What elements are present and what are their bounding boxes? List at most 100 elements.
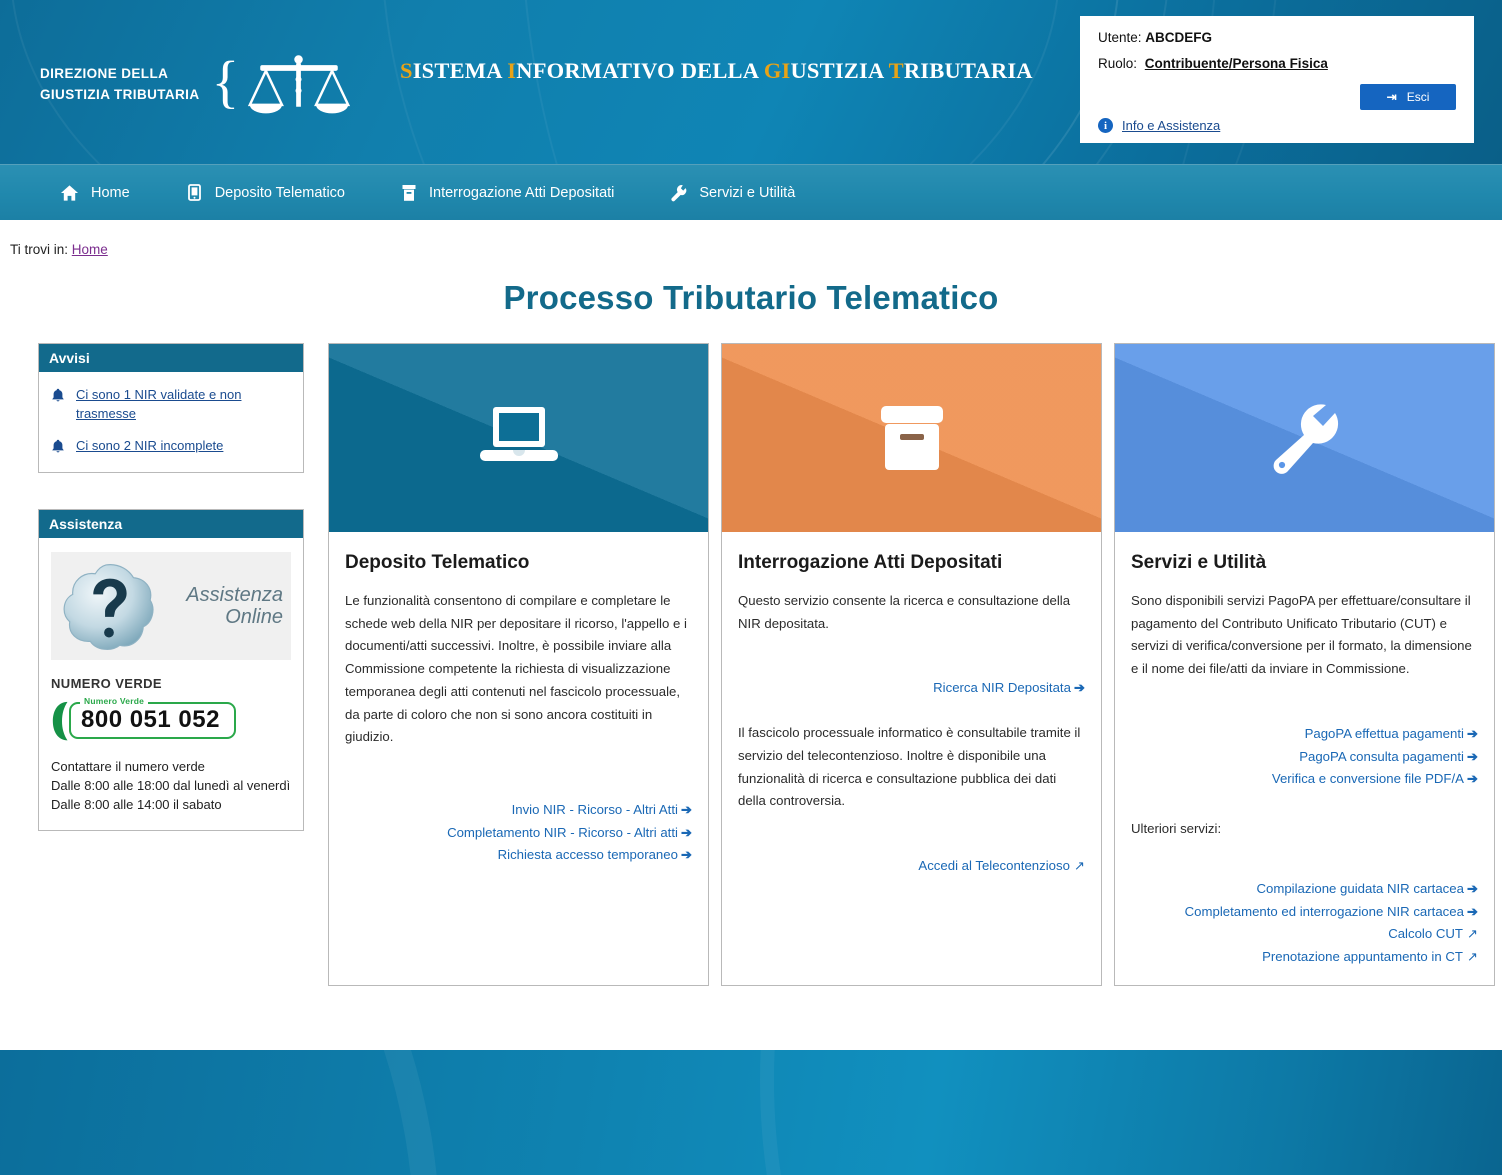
arrow-right-icon: ➔ [1466,725,1478,741]
page-root: DIREZIONE DELLA GIUSTIZIA TRIBUTARIA { S… [0,0,1502,1175]
assistenza-logo-line-2: Online [225,605,283,628]
page-title: Processo Tributario Telematico [503,279,999,316]
logo-text: DIREZIONE DELLA GIUSTIZIA TRIBUTARIA [40,64,200,106]
card-link[interactable]: Richiesta accesso temporaneo ➔ [345,844,692,867]
external-link-icon: ↗ [1073,857,1085,873]
card-link-label: Richiesta accesso temporaneo [497,847,678,863]
arrow-right-icon: ➔ [680,847,692,863]
card-links-3: Compilazione guidata NIR cartacea ➔ Compl… [1131,856,1478,969]
avvisi-body: Ci sono 1 NIR validate e non trasmesse C… [39,372,303,472]
card-link-label: Calcolo CUT [1388,926,1463,942]
laptop-icon [479,407,558,461]
arrow-right-icon: ➔ [680,801,692,817]
site-header: DIREZIONE DELLA GIUSTIZIA TRIBUTARIA { S… [0,0,1502,164]
card-banner [722,344,1101,532]
card-link[interactable]: PagoPA consulta pagamenti ➔ [1131,746,1478,769]
breadcrumb-link-home[interactable]: Home [72,242,108,257]
avvisi-panel: Avvisi Ci sono 1 NIR validate e non tras… [38,343,304,473]
card-link[interactable]: PagoPA effettua pagamenti ➔ [1131,723,1478,746]
avviso-link-1[interactable]: Ci sono 1 NIR validate e non trasmesse [76,386,291,424]
info-circle-icon: i [1098,118,1113,133]
card-link-label: Completamento ed interrogazione NIR cart… [1184,903,1464,919]
card-title: Servizi e Utilità [1131,552,1267,573]
card-link[interactable]: Verifica e conversione file PDF/A ➔ [1131,768,1478,791]
assistenza-hours-line-3: Dalle 8:00 alle 14:00 il sabato [51,796,222,812]
scales-of-justice-icon [248,55,351,114]
nav-item-home[interactable]: Home [60,184,152,202]
card-link[interactable]: Completamento NIR - Ricorso - Altri atti… [345,822,692,845]
info-assistance-row[interactable]: i Info e Assistenza [1098,118,1220,133]
card-links: Ricerca NIR Depositata ➔ [738,655,1085,700]
site-logo: DIREZIONE DELLA GIUSTIZIA TRIBUTARIA { [40,48,351,122]
card-body: Servizi e Utilità Sono disponibili servi… [1115,532,1494,985]
card-paragraph-2: Il fascicolo processuale informatico è c… [738,725,1081,809]
card-link-label: Verifica e conversione file PDF/A [1271,771,1464,787]
nav-label-servizi: Servizi e Utilità [699,184,796,201]
card-link-label: Invio NIR - Ricorso - Altri Atti [511,801,678,817]
system-title: SISTEMA INFORMATIVO DELLA GIUSTIZIA TRIB… [400,58,1033,83]
card-link-label: Prenotazione appuntamento in CT [1262,949,1463,965]
card-title: Deposito Telematico [345,552,530,573]
nav-item-deposito-telematico[interactable]: Deposito Telematico [186,183,367,202]
brace-glyph: { [211,49,240,115]
assistenza-heading: Assistenza [39,509,303,538]
avviso-item[interactable]: Ci sono 2 NIR incomplete [51,437,291,456]
card-link[interactable]: Completamento ed interrogazione NIR cart… [1131,901,1478,924]
wrench-icon [1273,404,1338,474]
arrow-right-icon: ➔ [1466,771,1478,787]
card-link[interactable]: Compilazione guidata NIR cartacea ➔ [1131,878,1478,901]
ulteriori-servizi-heading: Ulteriori servizi: [1131,820,1222,836]
user-value: ABCDEFG [1145,30,1213,45]
assistenza-hours: Contattare il numero verde Dalle 8:00 al… [51,758,291,815]
logout-button[interactable]: ⇥ Esci [1360,84,1456,110]
avviso-link-2[interactable]: Ci sono 2 NIR incomplete [76,437,223,456]
nav-label-home: Home [91,184,130,201]
logo-line-1: DIREZIONE DELLA [40,66,169,82]
card-paragraph: Le funzionalità consentono di compilare … [345,593,687,745]
bell-icon [52,388,64,402]
role-row: Ruolo: Contribuente/Persona Fisica [1098,56,1456,71]
footer-decor-swoosh [0,1050,530,1175]
nav-label-interrogazione: Interrogazione Atti Depositati [429,184,615,201]
card-servizi-utilita: Servizi e Utilità Sono disponibili servi… [1114,343,1495,986]
card-link-label: Compilazione guidata NIR cartacea [1256,880,1464,896]
service-cards: Deposito Telematico Le funzionalità cons… [328,343,1495,986]
laptop-icon [187,183,201,201]
role-value[interactable]: Contribuente/Persona Fisica [1145,56,1328,71]
card-link[interactable]: Ricerca NIR Depositata ➔ [738,677,1085,700]
card-link[interactable]: Invio NIR - Ricorso - Altri Atti ➔ [345,799,692,822]
avviso-item[interactable]: Ci sono 1 NIR validate e non trasmesse [51,386,291,424]
logo-line-2: GIUSTIZIA TRIBUTARIA [40,87,200,102]
footer-decor-swoosh [760,1050,1502,1175]
arrow-right-icon: ➔ [1073,680,1085,696]
breadcrumb-prefix: Ti trovi in: [10,242,69,257]
card-link[interactable]: Prenotazione appuntamento in CT ↗ [1131,946,1478,969]
arrow-right-icon: ➔ [680,824,692,840]
assistenza-body: Assistenza Online NUMERO VERDE Numero Ve… [39,538,303,831]
bell-icon [52,439,64,453]
nav-item-servizi-utilita[interactable]: Servizi e Utilità [670,184,817,202]
card-link-label: PagoPA consulta pagamenti [1299,748,1464,764]
numero-verde-value: 800 051 052 [81,706,220,734]
nav-item-interrogazione-atti[interactable]: Interrogazione Atti Depositati [401,184,636,202]
info-assistance-link[interactable]: Info e Assistenza [1122,118,1220,133]
role-label: Ruolo: [1098,56,1138,71]
card-links-2: Accedi al Telecontenzioso ↗ [738,833,1085,878]
numero-verde-label: NUMERO VERDE [51,675,162,691]
card-link-label: Completamento NIR - Ricorso - Altri atti [447,824,678,840]
card-body: Interrogazione Atti Depositati Questo se… [722,532,1101,985]
card-link[interactable]: Calcolo CUT ↗ [1131,923,1478,946]
archive-box-icon [880,406,943,470]
avvisi-heading: Avvisi [39,344,303,372]
nav-label-deposito: Deposito Telematico [214,184,345,201]
assistenza-panel: Assistenza Assistenza Online NUMERO VERD… [38,508,304,832]
card-links: Invio NIR - Ricorso - Altri Atti ➔ Comple… [345,769,692,867]
card-banner [1115,344,1494,532]
card-link[interactable]: Accedi al Telecontenzioso ↗ [738,855,1085,878]
numero-verde-badge: Numero Verde [80,696,149,707]
external-link-icon: ↗ [1466,926,1478,942]
